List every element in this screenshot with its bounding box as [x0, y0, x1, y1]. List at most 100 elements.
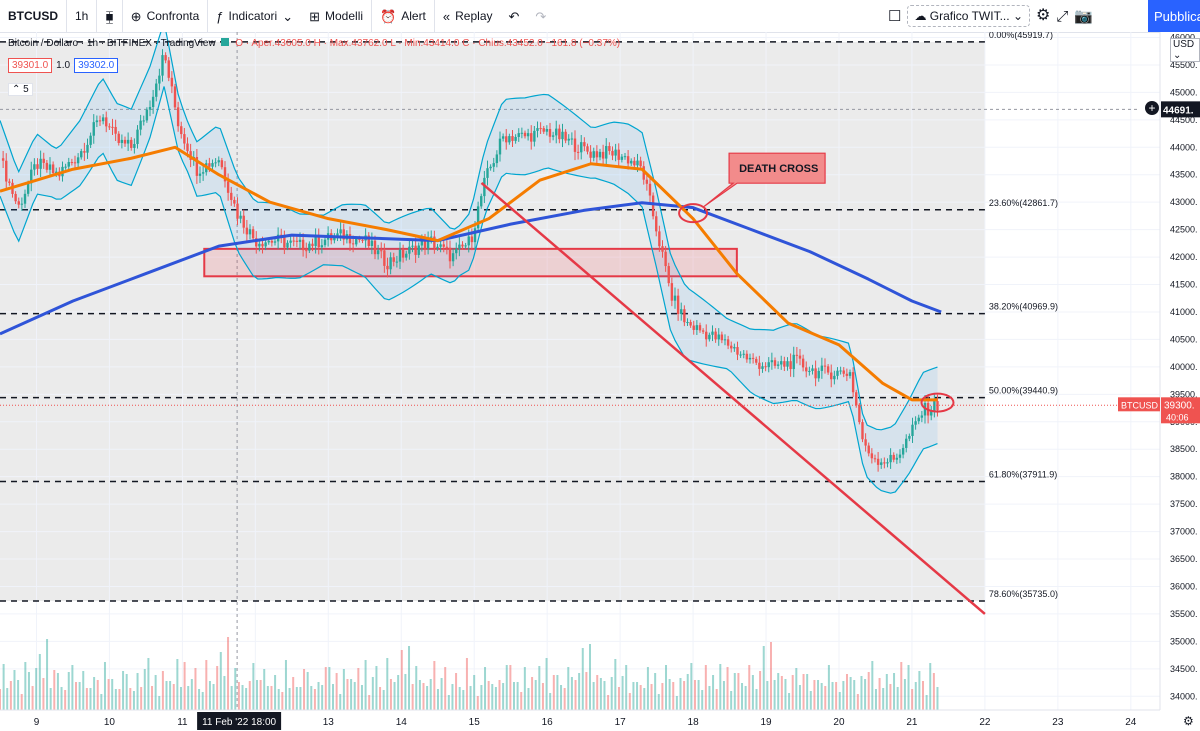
volume-bar: [371, 677, 374, 710]
interval-button[interactable]: 1h: [67, 0, 98, 32]
volume-bar: [332, 684, 335, 710]
volume-bar: [701, 690, 704, 710]
volume-bar: [465, 658, 468, 710]
candle-body: [780, 361, 783, 365]
expand-icon[interactable]: ⤢: [1056, 9, 1068, 24]
volume-bar: [932, 673, 935, 710]
ask-price[interactable]: 39302.0: [74, 58, 119, 73]
templates-button[interactable]: ⊞ Modelli: [301, 0, 373, 32]
candle-body: [523, 132, 527, 137]
volume-bar: [132, 691, 135, 710]
replay-button[interactable]: « Replay: [435, 0, 501, 32]
price-tick-label: 41000.: [1170, 307, 1198, 317]
candle-body: [198, 173, 202, 176]
candle-body: [311, 243, 314, 247]
volume-bar: [686, 674, 689, 710]
candle-body: [548, 128, 552, 137]
volume-bar: [733, 673, 736, 710]
crosshair-time-text: 11 Feb '22 18:00: [202, 717, 276, 728]
volume-bar: [617, 687, 620, 710]
volume-bar: [531, 677, 534, 710]
chart-style-button[interactable]: ⧯: [97, 0, 123, 32]
volume-bar: [71, 665, 74, 710]
volume-bar: [693, 680, 696, 710]
volume-bar: [487, 681, 490, 710]
volume-bar: [473, 675, 476, 710]
replay-label: Replay: [455, 9, 493, 23]
candle-body: [264, 242, 267, 247]
chart-canvas[interactable]: 0.00%(45919.7) 23.60%(42861.7) 38.20%(4096…: [0, 32, 1200, 731]
candle-body: [708, 334, 711, 340]
publish-button[interactable]: Pubblica: [1148, 0, 1200, 32]
volume-bar: [96, 680, 99, 710]
candle-body: [633, 160, 636, 166]
volume-bar: [900, 662, 903, 710]
volume-bar: [408, 646, 411, 710]
layout-name-button[interactable]: ☁ Grafico TWIT... ⌄: [907, 5, 1030, 27]
volume-bar: [379, 687, 382, 710]
volume-bar: [896, 687, 899, 710]
time-tick-label: 19: [760, 717, 772, 728]
chevron-up-icon: ⌃: [12, 84, 21, 95]
volume-bar: [621, 676, 624, 710]
candle-body: [173, 86, 177, 108]
add-alert-plus-icon[interactable]: +: [1145, 101, 1159, 115]
redo-button[interactable]: ↷: [527, 0, 554, 32]
volume-bar: [588, 644, 591, 710]
candle-body: [80, 151, 83, 158]
candle-body: [639, 160, 642, 167]
candle-body: [361, 239, 364, 241]
bid-price[interactable]: 39301.0: [8, 58, 53, 73]
volume-bar: [509, 665, 512, 710]
volume-bar: [455, 673, 458, 710]
layout-name: Grafico TWIT...: [929, 9, 1010, 23]
candle-body: [536, 128, 539, 131]
candle-body: [239, 215, 242, 219]
volume-bar: [75, 682, 78, 710]
volume-bar: [393, 682, 396, 710]
undo-button[interactable]: ↶: [501, 0, 528, 32]
volume-bar: [458, 687, 461, 710]
candle-body: [814, 368, 817, 379]
candle-body: [183, 134, 186, 144]
alert-button[interactable]: ⏰ Alert: [372, 0, 435, 32]
candle-body: [242, 215, 245, 228]
candle-body: [448, 247, 452, 262]
candle-body: [473, 228, 477, 243]
volume-bar: [42, 678, 45, 710]
volume-bar: [831, 682, 834, 710]
candle-body: [901, 447, 905, 455]
indicators-toggle[interactable]: ⌃ 5: [8, 83, 33, 96]
candle-body: [836, 370, 839, 376]
volume-bar: [103, 662, 106, 710]
symbol-search[interactable]: BTCUSD: [0, 0, 67, 32]
volume-bar: [143, 669, 146, 710]
candle-body: [408, 246, 411, 254]
compare-button[interactable]: ⊕ Confronta: [123, 0, 209, 32]
volume-bar: [882, 688, 885, 710]
indicators-button[interactable]: ƒ Indicatori ⌄: [208, 0, 301, 32]
candle-body: [439, 244, 442, 247]
volume-bar: [491, 684, 494, 710]
volume-bar: [654, 673, 657, 710]
candle-body: [180, 126, 183, 135]
fullscreen-square-icon[interactable]: ☐: [888, 9, 901, 24]
time-tick-label: 11: [177, 717, 188, 728]
candle-body: [711, 331, 714, 335]
settings-gear-icon[interactable]: ⚙: [1036, 8, 1050, 24]
volume-bar: [281, 692, 284, 710]
candle-body: [705, 331, 708, 340]
legend-ohlc: O · Aper.43605.0 H · Max.43762.0 L · Min…: [235, 38, 621, 49]
volume-bar: [665, 665, 668, 710]
camera-icon[interactable]: 📷: [1074, 9, 1093, 24]
currency-selector[interactable]: USD ⌄: [1170, 38, 1200, 62]
volume-bar: [675, 696, 678, 710]
candle-body: [45, 162, 49, 170]
candle-body: [145, 109, 149, 121]
volume-bar: [342, 669, 345, 710]
volume-bar: [907, 665, 910, 710]
volume-bar: [31, 686, 34, 710]
volume-bar: [469, 686, 472, 710]
candle-body: [398, 249, 402, 262]
candle-body: [270, 240, 274, 243]
